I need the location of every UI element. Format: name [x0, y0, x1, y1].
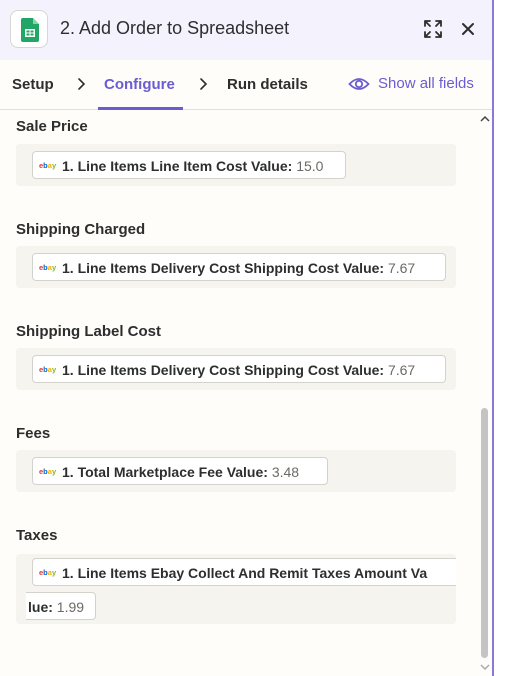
mapped-value-pill-continued[interactable]: lue: 1.99: [26, 592, 96, 620]
chevron-right-icon: [200, 78, 208, 90]
close-button[interactable]: [458, 19, 478, 39]
show-all-fields-label: Show all fields: [378, 75, 474, 92]
pill-key: 1. Line Items Line Item Cost Value:: [62, 158, 293, 174]
field-label-shipping-label-cost: Shipping Label Cost: [16, 323, 161, 340]
close-icon: [462, 23, 474, 35]
scroll-up-arrow[interactable]: [478, 112, 492, 126]
mapped-value-pill[interactable]: ebay 1. Total Marketplace Fee Value: 3.4…: [32, 457, 328, 485]
field-input-sale-price[interactable]: ebay 1. Line Items Line Item Cost Value:…: [16, 144, 456, 186]
tab-run-details[interactable]: Run details: [227, 76, 308, 93]
svg-text:ebay: ebay: [39, 568, 57, 577]
ebay-icon: ebay: [39, 365, 57, 374]
field-input-shipping-charged[interactable]: ebay 1. Line Items Delivery Cost Shippin…: [16, 246, 456, 288]
field-label-taxes: Taxes: [16, 527, 58, 544]
eye-icon: [348, 78, 370, 90]
expand-button[interactable]: [422, 18, 444, 40]
field-input-shipping-label-cost[interactable]: ebay 1. Line Items Delivery Cost Shippin…: [16, 348, 456, 390]
chevron-down-icon: [480, 664, 490, 671]
ebay-icon: ebay: [39, 467, 57, 476]
step-header: 2. Add Order to Spreadsheet: [0, 0, 492, 60]
pill-value: 7.67: [387, 260, 416, 276]
step-title: 2. Add Order to Spreadsheet: [60, 18, 289, 39]
ebay-icon: ebay: [39, 161, 57, 170]
page-edge: [494, 0, 506, 676]
svg-text:ebay: ebay: [39, 161, 57, 170]
pill-value: 1.99: [56, 599, 85, 615]
mapped-value-pill[interactable]: ebay 1. Line Items Line Item Cost Value:…: [32, 151, 346, 179]
scroll-down-arrow[interactable]: [478, 660, 492, 674]
tab-setup[interactable]: Setup: [12, 76, 54, 93]
chevron-right-icon: [78, 78, 86, 90]
field-input-fees[interactable]: ebay 1. Total Marketplace Fee Value: 3.4…: [16, 450, 456, 492]
field-label-fees: Fees: [16, 425, 51, 442]
field-input-taxes[interactable]: ebay 1. Line Items Ebay Collect And Remi…: [16, 554, 456, 624]
pill-value: 7.67: [387, 362, 416, 378]
pill-value: 15.0: [296, 158, 324, 174]
pill-value: 3.48: [271, 464, 300, 480]
pill-key-line-1: 1. Line Items Ebay Collect And Remit Tax…: [62, 565, 428, 581]
chevron-up-icon: [480, 115, 490, 122]
field-label-sale-price: Sale Price: [16, 118, 88, 135]
mapped-value-pill[interactable]: ebay 1. Line Items Ebay Collect And Remi…: [32, 558, 456, 586]
pill-key: 1. Total Marketplace Fee Value:: [62, 464, 268, 480]
ebay-icon: ebay: [39, 568, 57, 577]
scrollbar-thumb[interactable]: [481, 408, 488, 658]
google-sheets-icon: [10, 10, 48, 48]
svg-text:ebay: ebay: [39, 365, 57, 374]
ebay-icon: ebay: [39, 263, 57, 272]
pill-key: 1. Line Items Delivery Cost Shipping Cos…: [62, 362, 385, 378]
svg-text:ebay: ebay: [39, 263, 57, 272]
step-tabs: Setup Configure Run details Show all fie…: [0, 60, 492, 110]
mapped-value-pill[interactable]: ebay 1. Line Items Delivery Cost Shippin…: [32, 355, 446, 383]
active-tab-indicator: [98, 107, 183, 110]
field-label-shipping-charged: Shipping Charged: [16, 221, 146, 238]
step-number: 2.: [60, 18, 76, 38]
pill-key: 1. Line Items Delivery Cost Shipping Cos…: [62, 260, 385, 276]
pill-key-line-2: lue:: [28, 599, 53, 615]
mapped-value-pill[interactable]: ebay 1. Line Items Delivery Cost Shippin…: [32, 253, 446, 281]
expand-icon: [424, 20, 442, 38]
svg-text:ebay: ebay: [39, 467, 57, 476]
tab-configure[interactable]: Configure: [104, 76, 175, 93]
step-name: Add Order to Spreadsheet: [79, 18, 290, 38]
